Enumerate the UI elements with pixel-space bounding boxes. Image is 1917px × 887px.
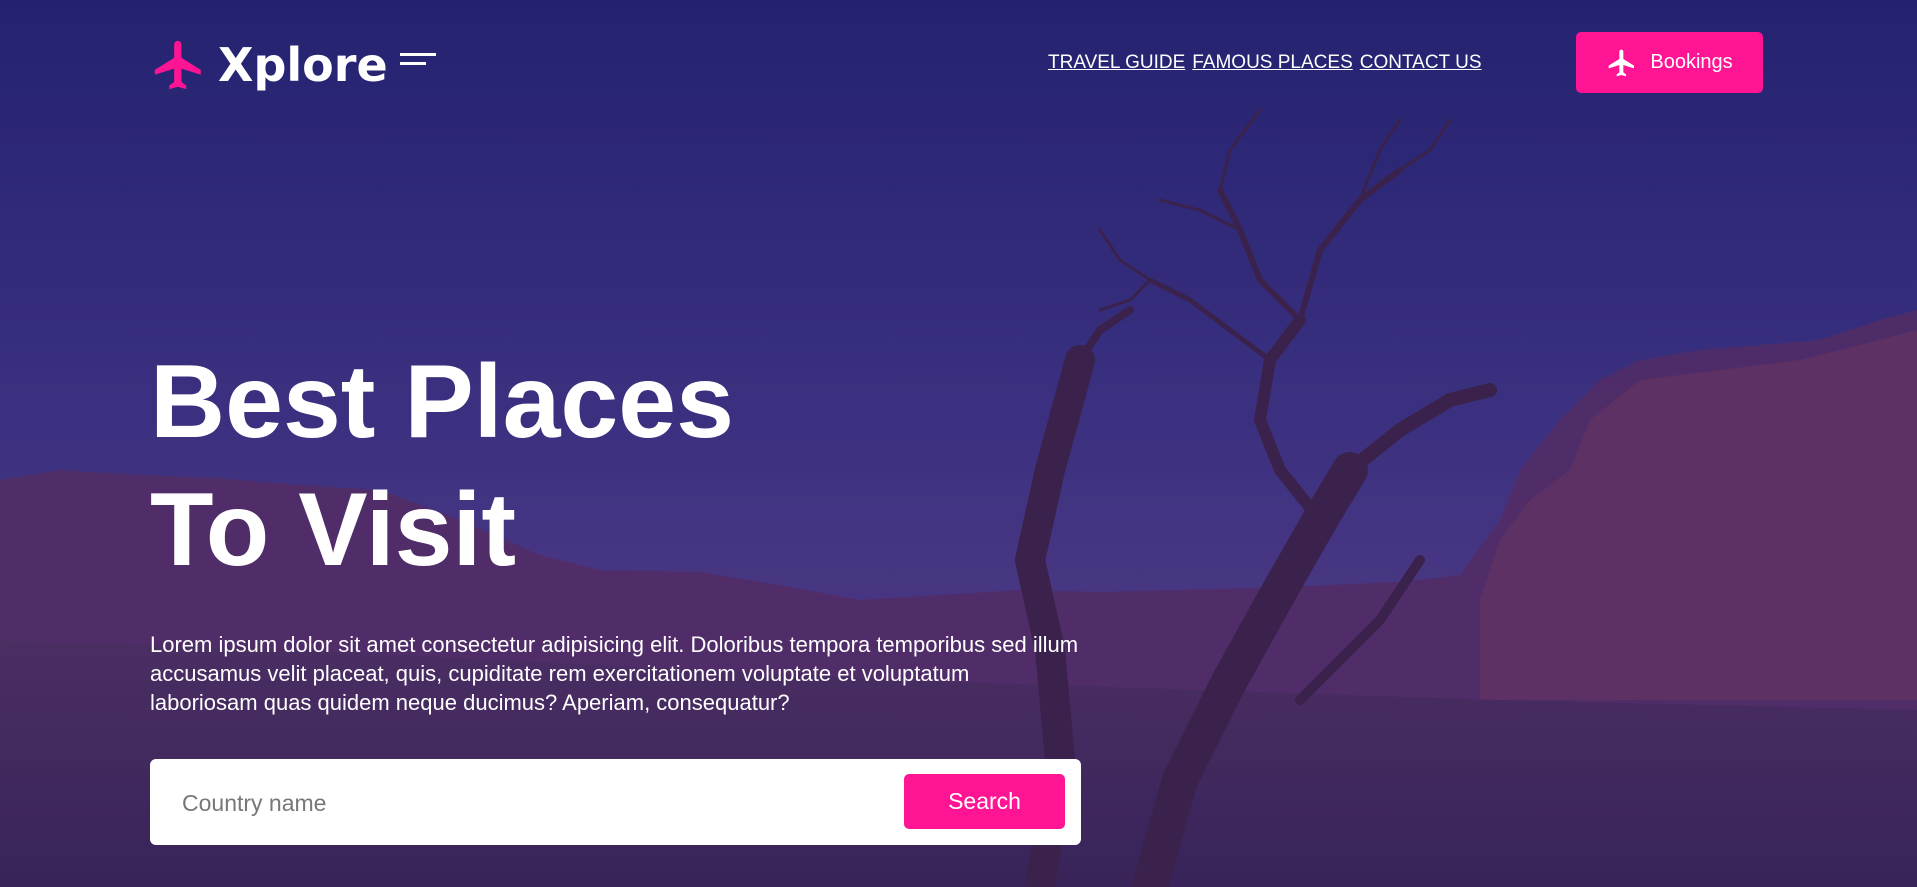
menu-icon[interactable] — [398, 51, 438, 71]
hero-description: Lorem ipsum dolor sit amet consectetur a… — [150, 632, 1079, 715]
hero-title: Best Places To Visit — [150, 338, 734, 594]
search-bar: Search — [150, 759, 1081, 845]
nav-link-famous-places[interactable]: FAMOUS PLACES — [1192, 52, 1353, 74]
hero-title-line-1: Best Places — [150, 344, 734, 460]
plane-icon — [1609, 49, 1635, 76]
plane-icon — [154, 40, 201, 90]
hero-title-line-2: To Visit — [150, 472, 516, 588]
brand-name: Xplore — [218, 38, 388, 92]
nav-link-contact-us[interactable]: CONTACT US — [1360, 52, 1482, 74]
bookings-button[interactable]: Bookings — [1576, 32, 1763, 93]
search-button[interactable]: Search — [904, 774, 1065, 829]
bookings-button-label: Bookings — [1650, 51, 1733, 73]
nav-link-travel-guide[interactable]: TRAVEL GUIDE — [1048, 52, 1185, 74]
nav-links: TRAVEL GUIDE FAMOUS PLACES CONTACT US — [1048, 52, 1482, 74]
top-navigation: Xplore TRAVEL GUIDE FAMOUS PLACES CONTAC… — [0, 0, 1917, 130]
brand-logo[interactable]: Xplore — [150, 36, 438, 94]
country-search-input[interactable] — [180, 779, 884, 827]
